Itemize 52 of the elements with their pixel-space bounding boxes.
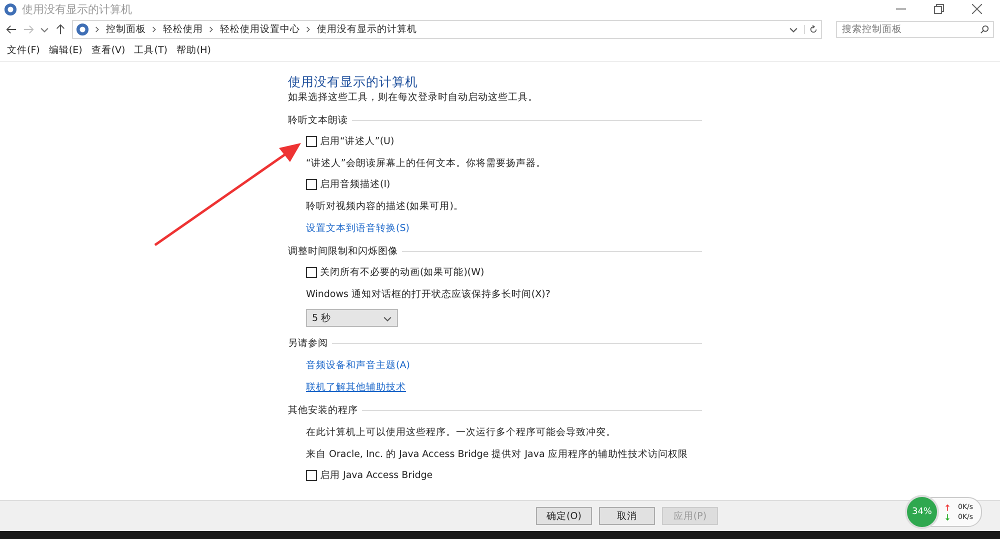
window-title: 使用没有显示的计算机 <box>22 2 132 16</box>
breadcrumb-item[interactable]: 控制面板 <box>106 22 146 36</box>
description-text: “讲述人”会朗读屏幕上的任何文本。你将需要扬声器。 <box>306 157 547 170</box>
link[interactable]: 联机了解其他辅助技术 <box>306 382 406 393</box>
link[interactable]: 音频设备和声音主题(A) <box>306 360 410 371</box>
search-icon <box>980 24 989 34</box>
checkbox-label[interactable]: 关闭所有不必要的动画(如果可能)(W) <box>320 266 484 279</box>
breadcrumb-item[interactable]: 使用没有显示的计算机 <box>317 22 417 36</box>
duration-dropdown[interactable]: 5 秒 <box>306 309 398 327</box>
control-panel-icon <box>4 2 17 16</box>
checkbox-label[interactable]: 启用 Java Access Bridge <box>320 469 433 482</box>
address-bar[interactable]: 控制面板 轻松使用 轻松使用设置中心 使用没有显示的计算机 <box>72 20 822 38</box>
page-title: 使用没有显示的计算机 <box>288 74 419 91</box>
description-text: 在此计算机上可以使用这些程序。一次运行多个程序可能会导致冲突。 <box>306 426 617 439</box>
section-heading: 其他安装的程序 <box>288 404 358 417</box>
section-heading: 另请参阅 <box>288 337 328 350</box>
menu-item[interactable]: 帮助(H) <box>176 44 212 57</box>
restore-icon[interactable] <box>934 4 944 14</box>
menu-item[interactable]: 编辑(E) <box>48 44 82 57</box>
download-arrow-icon <box>945 514 950 520</box>
menu-item[interactable]: 文件(F) <box>7 44 40 57</box>
menu-item[interactable]: 查看(V) <box>91 44 126 57</box>
close-icon[interactable] <box>972 4 982 14</box>
back-arrow-icon[interactable] <box>6 24 17 34</box>
usage-meter: 34% <box>905 495 939 529</box>
breadcrumb-item[interactable]: 轻松使用设置中心 <box>220 22 300 36</box>
checkbox[interactable] <box>306 470 317 481</box>
chevron-right-icon <box>152 26 157 32</box>
breadcrumb-item[interactable]: 轻松使用 <box>163 22 203 36</box>
control-panel-icon <box>76 22 89 36</box>
intro-text: 如果选择这些工具，则在每次登录时自动启动这些工具。 <box>288 91 539 104</box>
chevron-right-icon <box>209 26 214 32</box>
description-text: 来自 Oracle, Inc. 的 Java Access Bridge 提供对 Java 应用程序的辅助性技术访问权限 <box>306 448 689 461</box>
link[interactable]: 设置文本到语音转换(S) <box>306 223 410 234</box>
checkbox-label[interactable]: 启用“讲述人”(U) <box>320 135 394 148</box>
dialog-button[interactable]: 取消 <box>599 507 655 525</box>
dialog-button[interactable]: 确定(O) <box>536 507 592 525</box>
up-arrow-icon[interactable] <box>55 24 66 34</box>
upload-arrow-icon <box>945 504 950 510</box>
checkbox-label[interactable]: 启用音频描述(I) <box>320 178 390 191</box>
search-field[interactable]: 搜索控制面板 <box>836 20 994 38</box>
menu-item[interactable]: 工具(T) <box>134 44 168 57</box>
section-heading: 调整时间限制和闪烁图像 <box>288 245 398 258</box>
section-heading: 聆听文本朗读 <box>288 114 348 127</box>
description-text: Windows 通知对话框的打开状态应该保持多长时间(X)? <box>306 288 552 301</box>
description-text: 聆听对视频内容的描述(如果可用)。 <box>306 200 464 213</box>
refresh-icon[interactable] <box>804 24 818 34</box>
checkbox[interactable] <box>306 267 317 278</box>
checkbox[interactable] <box>306 136 317 147</box>
chevron-right-icon <box>95 26 100 32</box>
chevron-right-icon <box>306 26 311 32</box>
checkbox[interactable] <box>306 179 317 190</box>
